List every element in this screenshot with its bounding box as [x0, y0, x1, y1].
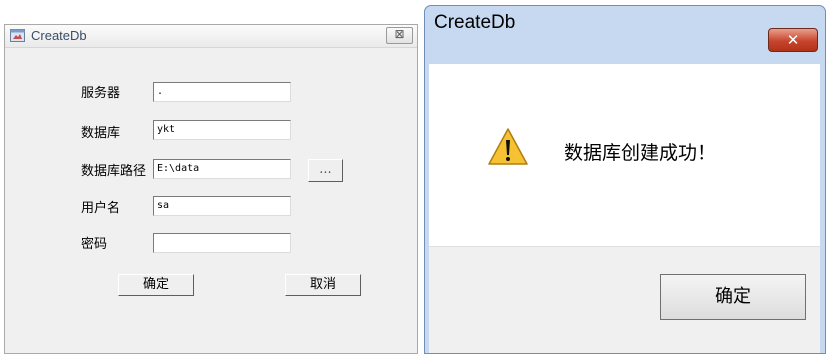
server-label: 服务器 [81, 86, 121, 101]
ok-button[interactable]: 确定 [118, 274, 194, 296]
message-box-close-button[interactable]: ✕ [768, 28, 818, 52]
message-box-footer: 确定 [429, 246, 820, 353]
warning-icon [488, 128, 528, 165]
db-path-input[interactable]: E:\data [153, 159, 291, 179]
message-box: CreateDb ✕ 数据库创建成功！ 确定 [424, 5, 826, 354]
cancel-button[interactable]: 取消 [285, 274, 361, 296]
database-label: 数据库 [81, 126, 121, 141]
close-icon: ✕ [786, 31, 800, 49]
create-db-dialog: CreateDb ⊠ 服务器 . 数据库 ykt 数据库路径 E:\data .… [4, 24, 418, 354]
message-text: 数据库创建成功！ [564, 142, 717, 164]
ok-button[interactable]: 确定 [660, 274, 806, 320]
username-label: 用户名 [81, 201, 121, 216]
password-label: 密码 [81, 237, 108, 252]
app-icon [10, 29, 25, 42]
message-box-body: 数据库创建成功！ [429, 64, 820, 246]
username-input[interactable]: sa [153, 196, 291, 216]
message-box-title: CreateDb [434, 12, 516, 33]
db-path-label: 数据库路径 [81, 164, 147, 179]
server-input[interactable]: . [153, 82, 291, 102]
password-input[interactable] [153, 233, 291, 253]
dialog-titlebar: CreateDb ⊠ [5, 25, 417, 48]
close-icon: ⊠ [394, 27, 405, 41]
browse-button[interactable]: ... [308, 159, 343, 182]
close-button[interactable]: ⊠ [386, 27, 413, 44]
dialog-title: CreateDb [31, 28, 87, 43]
database-input[interactable]: ykt [153, 120, 291, 140]
